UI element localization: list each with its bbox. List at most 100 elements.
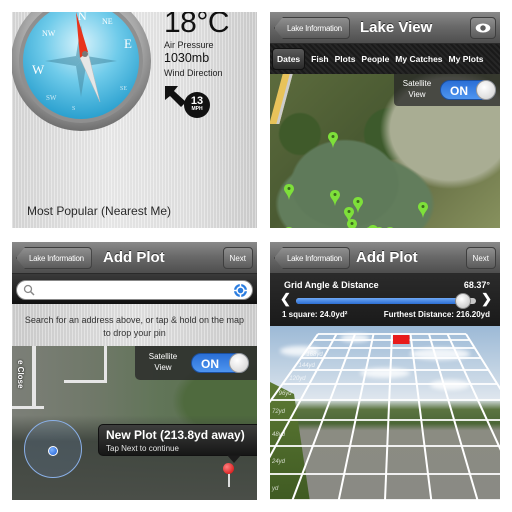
- lake-view-screen: Lake Information Lake View Dates Fish Pl…: [270, 12, 500, 228]
- grid-distance-label: 24yd: [271, 459, 286, 465]
- tab-people[interactable]: People: [358, 49, 392, 69]
- callout-subtitle: Tap Next to continue: [106, 444, 179, 453]
- chevron-left-icon[interactable]: ❮: [280, 291, 291, 307]
- satellite-label-line2: View: [154, 363, 172, 372]
- navigation-bar: Lake Information Add Plot Next: [12, 242, 257, 274]
- tab-fish[interactable]: Fish: [308, 49, 331, 69]
- map-road: [32, 346, 36, 408]
- compass-label-nw: NW: [42, 29, 56, 38]
- grid-distance-label: 96yd: [279, 391, 293, 397]
- map-road: [104, 346, 107, 381]
- wind-speed-unit: MPH: [191, 106, 203, 112]
- compass-label-se: SE: [120, 86, 127, 92]
- map-pin-icon[interactable]: [418, 202, 428, 218]
- square-size: 1 square: 24.0yd²: [282, 310, 348, 319]
- map-pin-icon[interactable]: [284, 227, 294, 228]
- search-bar-container: [12, 274, 257, 304]
- compass-weather-screen: N NE E SE S SW W NW 18°C Air Pressure 10…: [12, 12, 257, 228]
- next-button[interactable]: Next: [465, 247, 496, 269]
- distance-grid: yd 24yd 48yd 72yd 96yd 120yd 144yd 168yd: [270, 333, 500, 500]
- eye-button[interactable]: [470, 17, 496, 39]
- map-pin-icon[interactable]: [385, 227, 395, 228]
- dropped-pin-icon[interactable]: [223, 463, 234, 474]
- toggle-knob: [476, 80, 496, 100]
- grid-angle-value: 68.37°: [463, 280, 490, 290]
- eye-icon: [475, 23, 491, 33]
- map-pin-icon[interactable]: [330, 190, 340, 206]
- map-pin-icon[interactable]: [347, 219, 357, 228]
- current-location-dot: [48, 446, 58, 456]
- add-plot-grid-screen: Lake Information Add Plot Next Grid Angl…: [270, 242, 500, 500]
- compass-label-s: S: [72, 106, 75, 112]
- grid-distance-label: 48yd: [272, 432, 286, 438]
- tab-my-catches[interactable]: My Catches: [392, 49, 445, 69]
- compass-label-e: E: [124, 36, 132, 51]
- wind-speed: 13: [190, 95, 204, 107]
- satellite-view-control: Satellite View ON: [394, 74, 500, 106]
- grid-distance-label: 168yd: [306, 352, 323, 358]
- add-plot-map-screen: Lake Information Add Plot Next Search fo…: [12, 242, 257, 500]
- map-road: [12, 406, 44, 409]
- search-hint-text: Search for an address above, or tap & ho…: [24, 315, 245, 338]
- satellite-label-line1: Satellite: [402, 79, 432, 88]
- navigation-bar: Lake Information Add Plot Next: [270, 242, 500, 274]
- selected-grid-cell[interactable]: [393, 335, 410, 344]
- air-pressure-value: 1030mb: [164, 51, 210, 65]
- page-title: Add Plot: [103, 249, 165, 266]
- compass-label-sw: SW: [46, 94, 57, 102]
- toggle-state-label: ON: [201, 357, 219, 371]
- filter-tab-bar: Dates Fish Plots People My Catches My Pl…: [270, 44, 500, 74]
- next-button[interactable]: Next: [222, 247, 253, 269]
- most-popular-link[interactable]: Most Popular (Nearest Me): [27, 204, 171, 218]
- satellite-view-control: Satellite View ON: [135, 346, 257, 380]
- satellite-view-label: Satellite View: [143, 351, 183, 373]
- search-icon: [23, 284, 35, 296]
- page-title: Lake View: [360, 19, 433, 36]
- furthest-distance: Furthest Distance: 216.20yd: [383, 310, 490, 319]
- lake-information-back-button[interactable]: Lake Information: [274, 17, 350, 39]
- map-pin-icon[interactable]: [328, 132, 338, 148]
- tab-my-plots[interactable]: My Plots: [446, 49, 487, 69]
- tab-plots[interactable]: Plots: [332, 49, 359, 69]
- lake-information-back-button[interactable]: Lake Information: [16, 247, 92, 269]
- wind-direction-label: Wind Direction: [164, 68, 223, 78]
- navigation-bar: Lake Information Lake View: [270, 12, 500, 44]
- slider-fill: [296, 298, 464, 304]
- temperature: 18°C: [164, 12, 230, 39]
- tab-dates[interactable]: Dates: [272, 48, 306, 70]
- satellite-label-line1: Satellite: [148, 352, 178, 361]
- map-pin-icon[interactable]: [284, 184, 294, 200]
- dropped-pin-stem: [228, 473, 230, 487]
- toggle-state-label: ON: [450, 84, 468, 98]
- angle-slider[interactable]: [296, 293, 476, 309]
- hint-area: Search for an address above, or tap & ho…: [12, 304, 257, 346]
- slider-knob[interactable]: [455, 293, 472, 309]
- street-label: e Close: [16, 360, 25, 389]
- grid-distance-label: 72yd: [272, 409, 286, 415]
- chevron-right-icon[interactable]: ❯: [481, 291, 492, 307]
- grid-distance-label: 144yd: [299, 363, 316, 369]
- toggle-knob: [229, 353, 249, 373]
- air-pressure-label: Air Pressure: [164, 40, 214, 50]
- address-search-input[interactable]: [39, 283, 228, 297]
- locate-me-icon[interactable]: [233, 283, 248, 298]
- satellite-view-toggle[interactable]: ON: [191, 353, 249, 373]
- callout-title: New Plot (213.8yd away): [106, 428, 245, 442]
- satellite-view-label: Satellite View: [400, 78, 434, 100]
- map-road: [64, 380, 107, 383]
- grid-angle-controls: Grid Angle & Distance 68.37° ❮ ❯ 1 squar…: [270, 274, 500, 326]
- satellite-view-toggle[interactable]: ON: [440, 80, 496, 100]
- compass-label-ne: NE: [102, 17, 113, 26]
- wind-speed-badge: 13 MPH: [184, 92, 210, 118]
- satellite-label-line2: View: [408, 90, 426, 99]
- map-pin-icon[interactable]: [374, 227, 384, 228]
- grid-distance-label: 120yd: [289, 376, 306, 382]
- new-plot-callout[interactable]: New Plot (213.8yd away) Tap Next to cont…: [98, 424, 257, 463]
- grid-angle-title: Grid Angle & Distance: [284, 280, 379, 290]
- compass-icon: N NE E SE S SW W NW: [12, 12, 151, 131]
- grid-distance-label: yd: [271, 486, 279, 492]
- map-pin-icon[interactable]: [353, 197, 363, 213]
- page-title: Add Plot: [356, 249, 418, 266]
- compass-label-w: W: [32, 62, 45, 77]
- lake-information-back-button[interactable]: Lake Information: [274, 247, 350, 269]
